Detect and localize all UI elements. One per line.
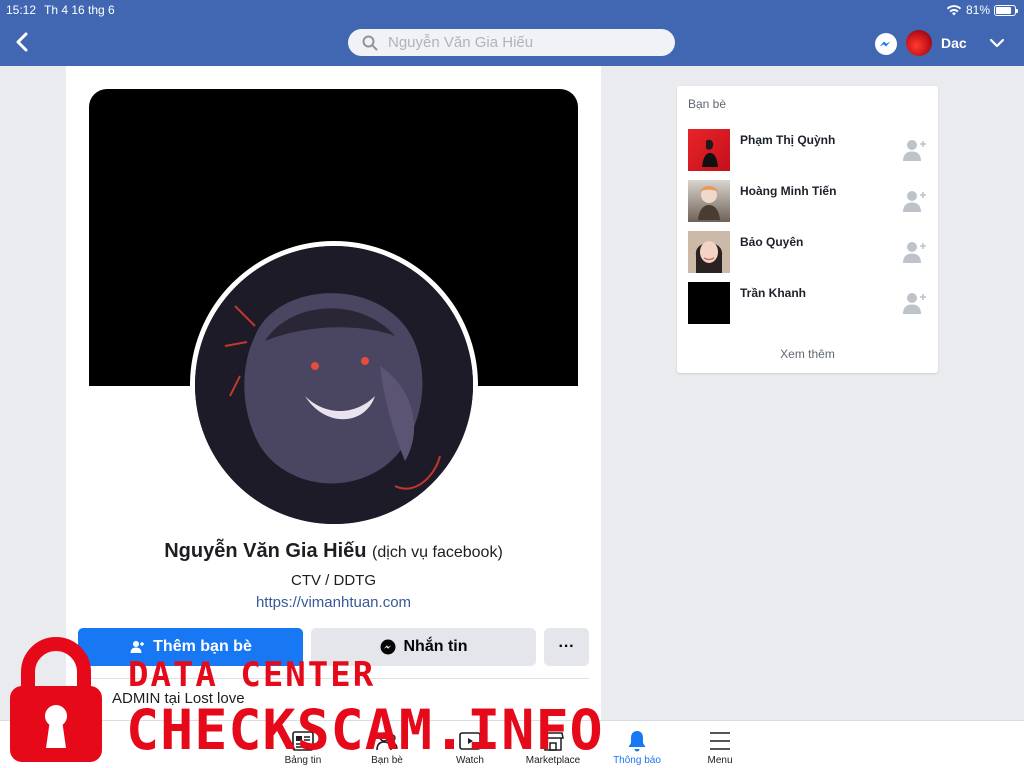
messenger-icon[interactable] bbox=[874, 32, 898, 56]
see-more-link[interactable]: Xem thêm bbox=[677, 347, 938, 361]
watermark-line2: CHECKSCAM.INFO bbox=[126, 698, 604, 762]
tab-menu[interactable]: Menu bbox=[685, 721, 755, 768]
chevron-down-icon[interactable] bbox=[988, 34, 1006, 52]
profile-name: Nguyễn Văn Gia Hiếu (dịch vụ facebook) bbox=[66, 540, 601, 563]
profile-picture-art bbox=[195, 246, 473, 524]
friend-item[interactable]: Hoàng Minh Tiến bbox=[688, 180, 928, 222]
profile-name-text: Nguyễn Văn Gia Hiếu bbox=[164, 540, 367, 562]
friend-name: Bảo Quyên bbox=[740, 235, 804, 249]
search-icon bbox=[362, 35, 378, 50]
add-friend-icon[interactable] bbox=[902, 188, 928, 214]
friends-card: Bạn bè Phạm Thị Quỳnh Hoàng Minh Tiến Bả… bbox=[677, 86, 938, 373]
search-bar[interactable] bbox=[348, 29, 675, 56]
tab-label: Thông báo bbox=[613, 755, 661, 766]
user-avatar[interactable] bbox=[906, 30, 932, 56]
add-friend-icon[interactable] bbox=[902, 239, 928, 265]
message-label: Nhắn tin bbox=[403, 638, 468, 655]
add-friend-icon[interactable] bbox=[902, 290, 928, 316]
friend-photo bbox=[698, 186, 720, 220]
profile-name-suffix: (dịch vụ facebook) bbox=[372, 544, 503, 561]
friends-title: Bạn bè bbox=[688, 97, 727, 111]
friend-item[interactable]: Trần Khanh bbox=[688, 282, 928, 324]
profile-panel: Nguyễn Văn Gia Hiếu (dịch vụ facebook) C… bbox=[66, 66, 601, 726]
status-date: Th 4 16 thg 6 bbox=[44, 3, 115, 17]
status-time: 15:12 bbox=[6, 3, 37, 17]
lock-icon bbox=[10, 637, 102, 762]
search-input[interactable] bbox=[388, 34, 648, 51]
status-right: 81% bbox=[946, 3, 1018, 17]
wifi-icon bbox=[946, 5, 962, 16]
friend-avatar bbox=[688, 231, 730, 273]
status-bar: 15:12 Th 4 16 thg 6 81% bbox=[0, 0, 1024, 20]
battery-icon bbox=[994, 4, 1018, 16]
add-friend-icon bbox=[130, 641, 145, 653]
watermark-line1: DATA CENTER bbox=[128, 655, 376, 695]
more-button[interactable]: ··· bbox=[544, 628, 589, 666]
friend-avatar bbox=[688, 129, 730, 171]
user-name[interactable]: Dac bbox=[941, 35, 967, 51]
profile-link[interactable]: https://vimanhtuan.com bbox=[66, 594, 601, 611]
profile-picture[interactable] bbox=[190, 241, 478, 529]
friend-avatar bbox=[688, 282, 730, 324]
tab-notifications[interactable]: Thông báo bbox=[602, 721, 672, 768]
tab-label: Menu bbox=[707, 755, 733, 766]
friend-item[interactable]: Bảo Quyên bbox=[688, 231, 928, 273]
add-friend-label: Thêm bạn bè bbox=[153, 638, 252, 655]
profile-bio: CTV / DDTG bbox=[291, 572, 376, 589]
add-friend-icon[interactable] bbox=[902, 137, 928, 163]
friend-name: Phạm Thị Quỳnh bbox=[740, 133, 836, 147]
hamburger-icon bbox=[710, 732, 730, 750]
back-button[interactable] bbox=[12, 30, 34, 54]
battery-fill bbox=[996, 6, 1011, 14]
bell-icon bbox=[628, 731, 646, 752]
friend-avatar bbox=[688, 180, 730, 222]
friend-name: Trần Khanh bbox=[740, 286, 807, 300]
friend-item[interactable]: Phạm Thị Quỳnh bbox=[688, 129, 928, 171]
friend-photo bbox=[695, 241, 723, 273]
more-icon: ··· bbox=[558, 638, 575, 655]
friend-photo bbox=[702, 139, 718, 167]
battery-percent: 81% bbox=[965, 3, 990, 17]
friend-name: Hoàng Minh Tiến bbox=[740, 184, 837, 198]
top-bar: 15:12 Th 4 16 thg 6 81% Dac bbox=[0, 0, 1024, 66]
messenger-icon bbox=[380, 639, 395, 655]
